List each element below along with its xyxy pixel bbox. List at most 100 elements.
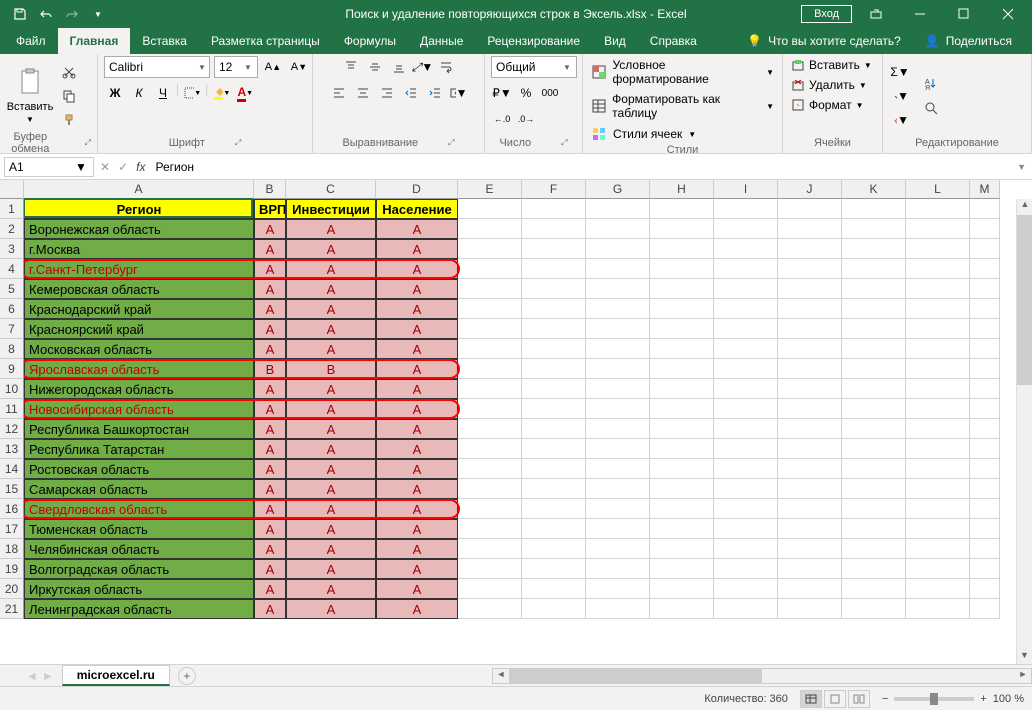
cell[interactable] <box>906 259 970 279</box>
cell[interactable]: A <box>286 419 376 439</box>
cell[interactable] <box>714 319 778 339</box>
cell[interactable] <box>778 219 842 239</box>
cell[interactable] <box>842 259 906 279</box>
alignment-launcher[interactable]: ⤢ <box>448 138 454 148</box>
cell[interactable] <box>586 279 650 299</box>
row-header-19[interactable]: 19 <box>0 559 24 579</box>
ribbon-options-icon[interactable] <box>856 0 896 28</box>
close-button[interactable] <box>988 0 1028 28</box>
col-header-I[interactable]: I <box>714 180 778 199</box>
cell[interactable] <box>522 519 586 539</box>
cell[interactable] <box>906 199 970 219</box>
col-header-K[interactable]: K <box>842 180 906 199</box>
row-header-6[interactable]: 6 <box>0 299 24 319</box>
cell[interactable] <box>650 559 714 579</box>
cell[interactable]: A <box>376 459 458 479</box>
cell[interactable] <box>906 299 970 319</box>
enter-formula-button[interactable]: ✓ <box>118 160 128 174</box>
vertical-scrollbar[interactable]: ▲ ▼ <box>1016 199 1032 664</box>
cell[interactable] <box>842 239 906 259</box>
row-header-13[interactable]: 13 <box>0 439 24 459</box>
row-header-1[interactable]: 1 <box>0 199 24 219</box>
scroll-down-button[interactable]: ▼ <box>1017 650 1032 664</box>
cell[interactable]: A <box>254 579 286 599</box>
cell[interactable] <box>842 439 906 459</box>
cell[interactable] <box>458 399 522 419</box>
cell[interactable] <box>778 299 842 319</box>
cell[interactable] <box>842 359 906 379</box>
currency-button[interactable]: ₽▼ <box>491 82 513 104</box>
minimize-button[interactable] <box>900 0 940 28</box>
cell[interactable]: Республика Башкортостан <box>24 419 254 439</box>
cell[interactable] <box>650 479 714 499</box>
cell[interactable]: A <box>376 579 458 599</box>
cell[interactable] <box>842 519 906 539</box>
format-as-table-button[interactable]: Форматировать как таблицу▼ <box>589 90 776 122</box>
cell[interactable]: Кемеровская область <box>24 279 254 299</box>
cell[interactable]: A <box>286 239 376 259</box>
cell[interactable]: A <box>286 499 376 519</box>
cell[interactable] <box>458 319 522 339</box>
cell[interactable]: A <box>286 459 376 479</box>
cell[interactable]: Самарская область <box>24 479 254 499</box>
cell[interactable] <box>778 399 842 419</box>
scroll-right-button[interactable]: ► <box>1015 669 1031 683</box>
cell[interactable] <box>714 299 778 319</box>
expand-formula-icon[interactable]: ▼ <box>1011 162 1032 172</box>
delete-cells-button[interactable]: Удалить▼ <box>789 76 869 94</box>
cell[interactable] <box>458 439 522 459</box>
tab-help[interactable]: Справка <box>638 28 709 54</box>
cell[interactable]: A <box>254 239 286 259</box>
cell[interactable]: A <box>286 539 376 559</box>
horizontal-scrollbar[interactable]: ◄ ► <box>492 668 1032 684</box>
cell[interactable] <box>522 599 586 619</box>
chevron-down-icon[interactable]: ▼ <box>195 63 209 72</box>
cell[interactable] <box>906 399 970 419</box>
cell[interactable] <box>970 599 1000 619</box>
cell[interactable] <box>906 339 970 359</box>
scroll-left-button[interactable]: ◄ <box>493 669 509 683</box>
cell[interactable] <box>586 379 650 399</box>
cell[interactable] <box>970 339 1000 359</box>
redo-icon[interactable] <box>60 2 84 26</box>
cell[interactable]: A <box>286 319 376 339</box>
cell[interactable] <box>586 479 650 499</box>
col-header-F[interactable]: F <box>522 180 586 199</box>
cut-button[interactable] <box>58 61 80 83</box>
format-cells-button[interactable]: Формат▼ <box>789 96 866 114</box>
cell[interactable]: A <box>376 399 458 419</box>
cell[interactable]: A <box>376 479 458 499</box>
cell[interactable] <box>650 279 714 299</box>
cell[interactable] <box>906 319 970 339</box>
conditional-format-button[interactable]: Условное форматирование▼ <box>589 56 776 88</box>
font-name-combo[interactable]: ▼ <box>104 56 210 78</box>
zoom-slider[interactable] <box>894 697 974 701</box>
cell[interactable]: A <box>376 319 458 339</box>
share-button[interactable]: 👤Поделиться <box>913 34 1024 48</box>
cell[interactable] <box>842 339 906 359</box>
sort-filter-button[interactable]: АЯ <box>917 73 945 95</box>
cell[interactable] <box>842 319 906 339</box>
cell[interactable]: A <box>286 339 376 359</box>
cell[interactable] <box>714 519 778 539</box>
cell[interactable] <box>650 599 714 619</box>
row-header-14[interactable]: 14 <box>0 459 24 479</box>
cell[interactable] <box>778 599 842 619</box>
cell[interactable] <box>458 599 522 619</box>
align-left-button[interactable] <box>328 82 350 104</box>
cell[interactable] <box>458 579 522 599</box>
cell[interactable] <box>650 419 714 439</box>
decrease-decimal-button[interactable]: .0→ <box>515 108 537 130</box>
cell[interactable] <box>522 439 586 459</box>
cell[interactable] <box>906 599 970 619</box>
row-header-4[interactable]: 4 <box>0 259 24 279</box>
cell[interactable] <box>714 279 778 299</box>
cell[interactable] <box>970 279 1000 299</box>
cell[interactable]: A <box>254 379 286 399</box>
cell[interactable]: A <box>376 379 458 399</box>
cell[interactable] <box>586 219 650 239</box>
cell[interactable]: A <box>254 559 286 579</box>
cell[interactable] <box>650 199 714 219</box>
row-header-3[interactable]: 3 <box>0 239 24 259</box>
cell[interactable]: A <box>254 419 286 439</box>
